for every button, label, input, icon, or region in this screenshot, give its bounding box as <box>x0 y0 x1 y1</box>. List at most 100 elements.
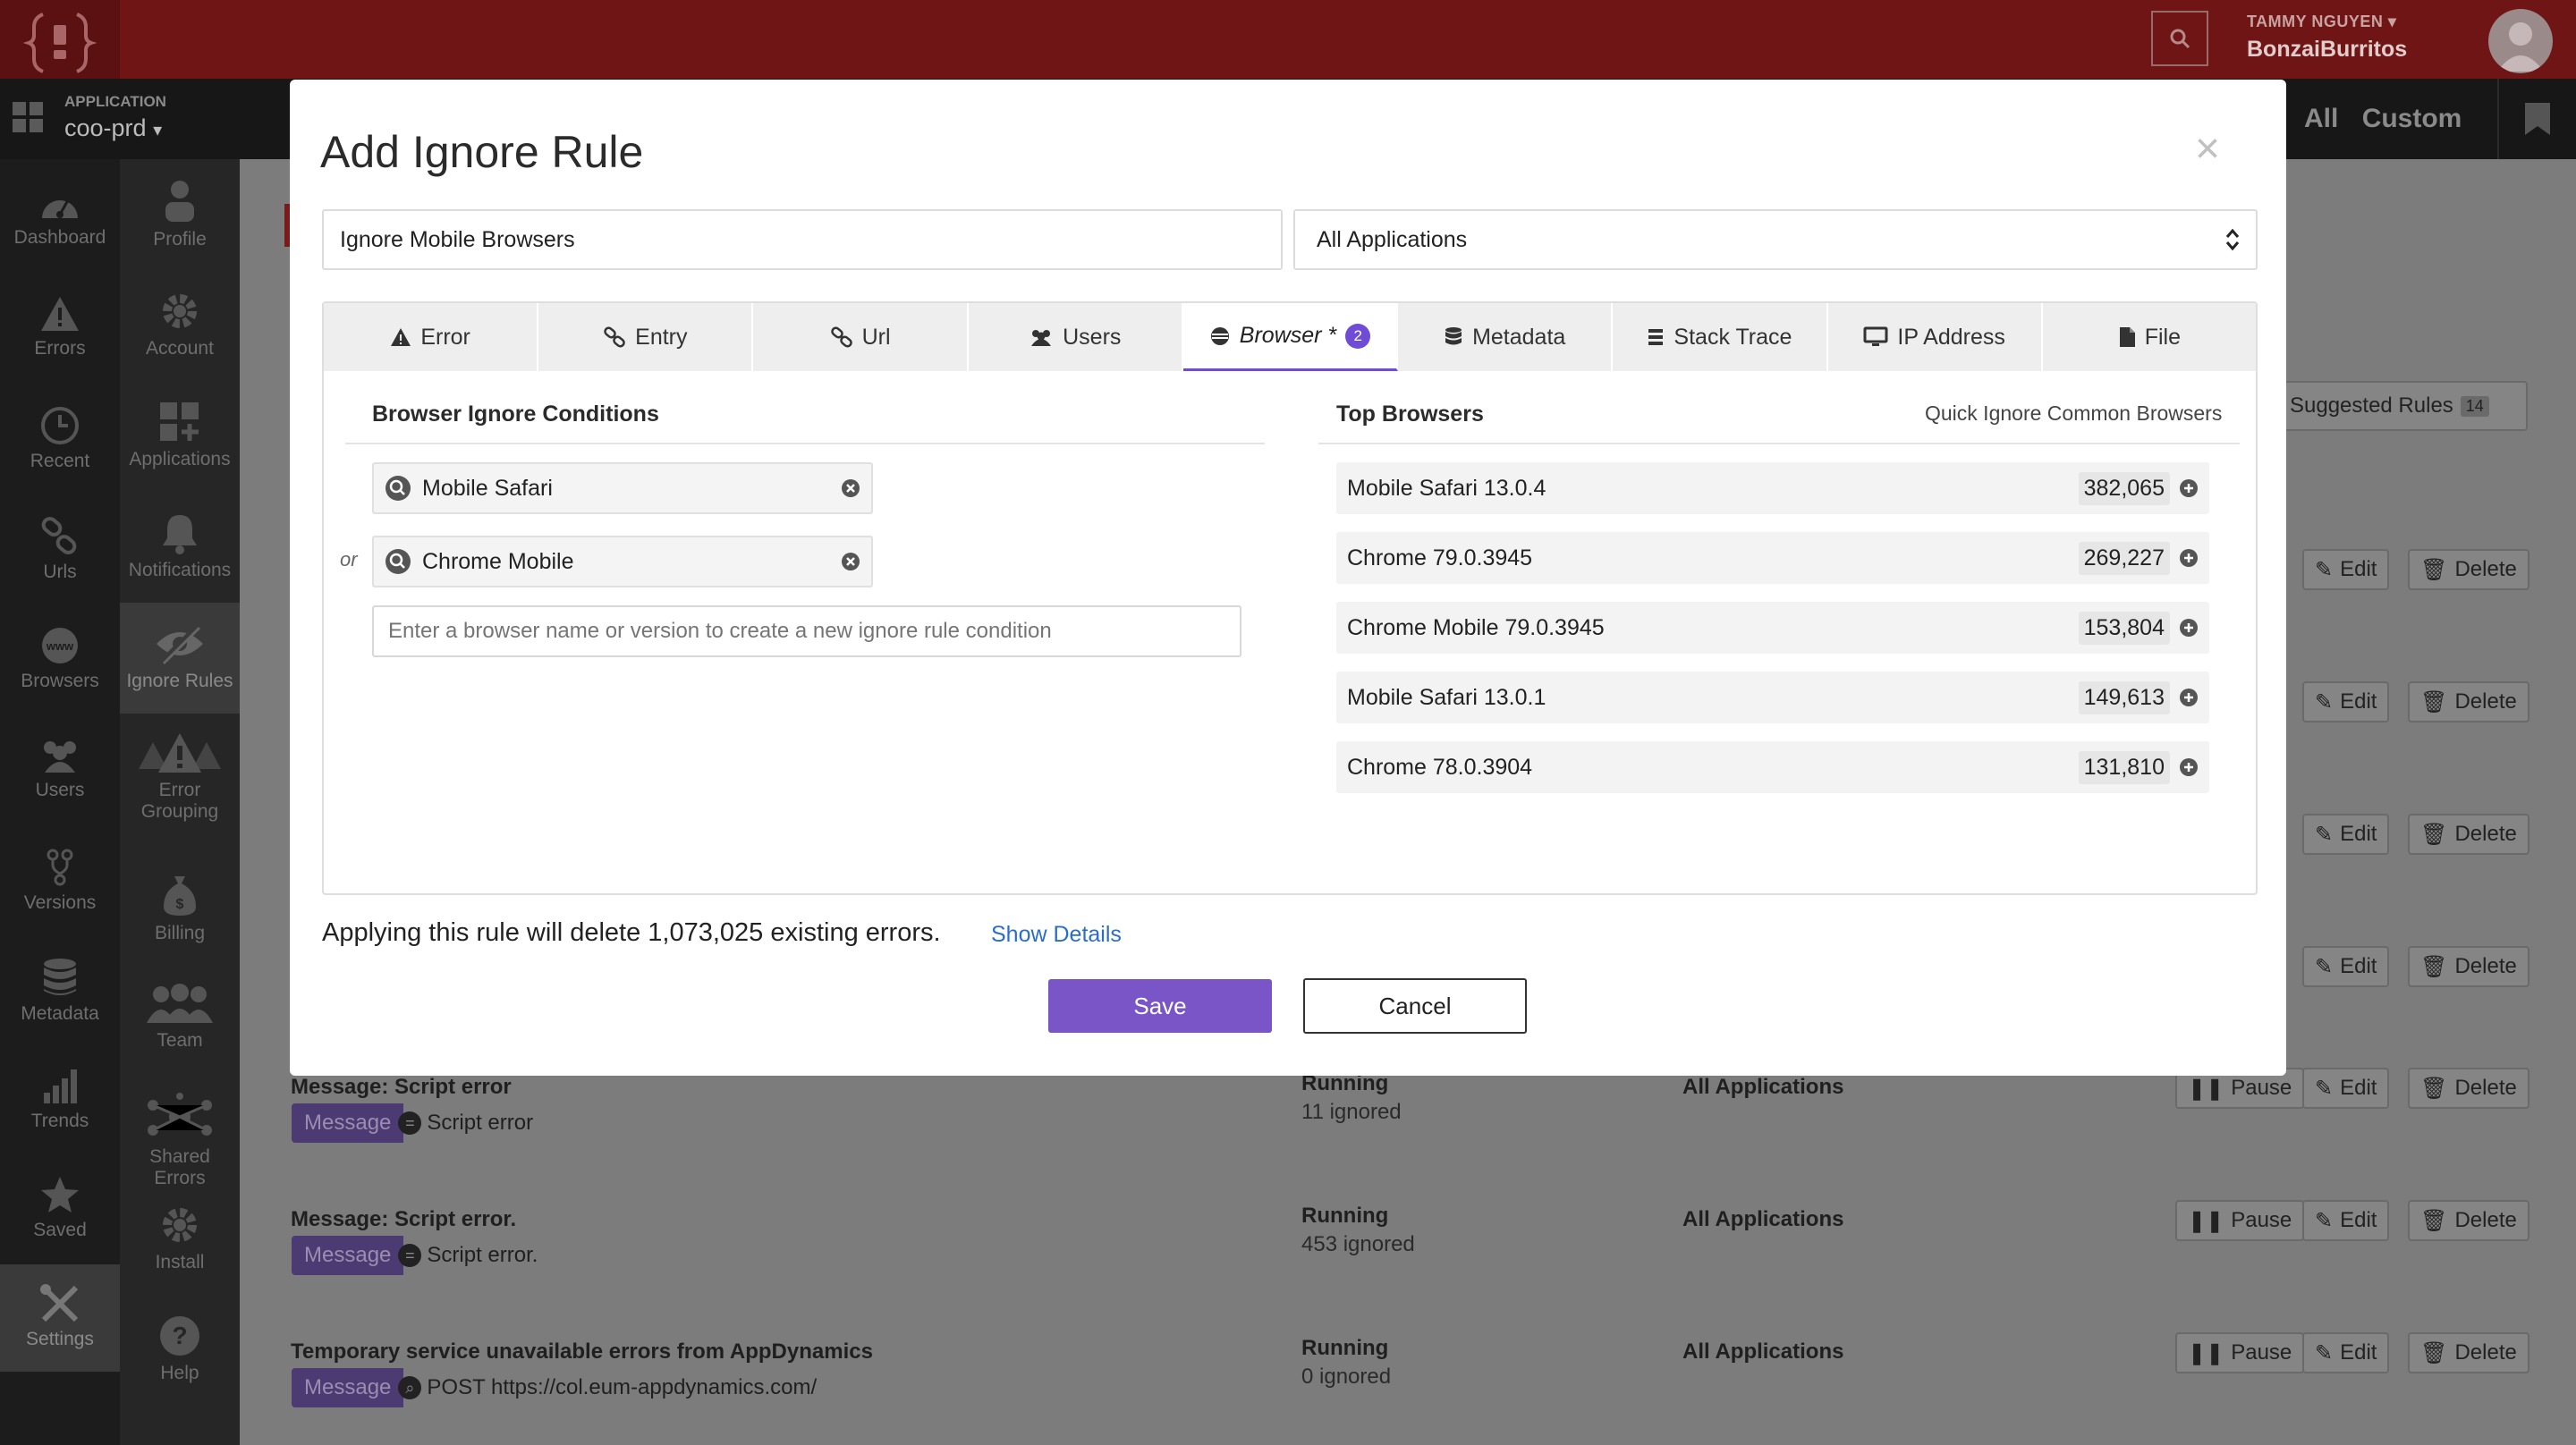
delete-button[interactable]: 🗑 Delete <box>2408 681 2529 722</box>
nav-account[interactable]: Account <box>120 290 240 359</box>
cancel-button[interactable]: Cancel <box>1303 978 1527 1034</box>
edit-button[interactable]: ✎ Edit <box>2302 1332 2390 1373</box>
rule-name-input[interactable]: Ignore Mobile Browsers <box>322 209 1283 270</box>
nav-browsers[interactable]: www Browsers <box>0 626 120 692</box>
add-circle-icon[interactable] <box>2179 478 2199 498</box>
nav-label: Urls <box>43 562 77 582</box>
edit-button[interactable]: ✎ Edit <box>2302 1200 2390 1241</box>
nav-trends[interactable]: Trends <box>0 1066 120 1132</box>
top-browser-row[interactable]: Chrome 78.0.3904 131,810 <box>1336 741 2209 793</box>
edit-label: Edit <box>2340 689 2377 714</box>
delete-button[interactable]: 🗑 Delete <box>2408 1068 2529 1109</box>
browser-count: 149,613 <box>2078 680 2170 714</box>
delete-label: Delete <box>2454 557 2517 581</box>
pencil-icon: ✎ <box>2315 1340 2334 1365</box>
delete-button[interactable]: 🗑 Delete <box>2408 946 2529 987</box>
select-arrows-icon <box>2225 227 2240 252</box>
nav-error-grouping[interactable]: Error Grouping <box>120 731 240 823</box>
edit-button[interactable]: ✎ Edit <box>2302 681 2390 722</box>
avatar[interactable] <box>2488 9 2553 73</box>
tab-label: Stack Trace <box>1674 324 1792 350</box>
add-circle-icon[interactable] <box>2179 618 2199 638</box>
nav-shared-errors[interactable]: Shared Errors <box>120 1093 240 1189</box>
tab-bar: Error Entry Url Users Browser * 2 Metadat… <box>324 303 2256 371</box>
tab-ip-address[interactable]: IP Address <box>1828 303 2043 371</box>
tab-users[interactable]: Users <box>969 303 1183 371</box>
edit-button[interactable]: ✎ Edit <box>2302 1068 2390 1109</box>
pause-button[interactable]: ❚❚ Pause <box>2175 1200 2305 1241</box>
money-bag-icon: $ <box>120 873 240 917</box>
nav-dashboard[interactable]: Dashboard <box>0 184 120 249</box>
quick-ignore-link[interactable]: Quick Ignore Common Browsers <box>1925 401 2222 426</box>
nav-errors[interactable]: Errors <box>0 295 120 359</box>
edit-button[interactable]: ✎ Edit <box>2302 549 2390 590</box>
user-menu[interactable]: TAMMY NGUYEN ▾ BonzaiBurritos <box>2247 13 2407 63</box>
new-condition-input[interactable] <box>372 605 1241 657</box>
pause-button[interactable]: ❚❚ Pause <box>2175 1332 2305 1373</box>
show-details-link[interactable]: Show Details <box>991 922 1122 948</box>
tab-stack-trace[interactable]: Stack Trace <box>1613 303 1828 371</box>
nav-help[interactable]: ? Help <box>120 1314 240 1384</box>
suggested-rules-button[interactable]: Suggested Rules 14 <box>2279 381 2528 431</box>
application-select[interactable]: All Applications <box>1293 209 2258 270</box>
bookmark-button[interactable] <box>2497 79 2576 159</box>
tab-browser[interactable]: Browser * 2 <box>1182 303 1399 371</box>
tab-error[interactable]: Error <box>324 303 539 371</box>
raygun-logo[interactable] <box>0 0 120 79</box>
add-circle-icon[interactable] <box>2179 548 2199 568</box>
top-browser-row[interactable]: Mobile Safari 13.0.4 382,065 <box>1336 462 2209 514</box>
nav-label: Users <box>35 780 85 800</box>
delete-button[interactable]: 🗑 Delete <box>2408 1332 2529 1373</box>
top-browser-row[interactable]: Mobile Safari 13.0.1 149,613 <box>1336 672 2209 723</box>
nav-team[interactable]: Team <box>120 984 240 1052</box>
nav-install[interactable]: Install <box>120 1204 240 1273</box>
trash-icon: 🗑 <box>2420 1340 2448 1365</box>
equals-icon: = <box>398 1111 422 1135</box>
browser-name: Chrome 79.0.3945 <box>1347 545 1533 570</box>
nav-label: Profile <box>153 229 207 249</box>
add-circle-icon[interactable] <box>2179 688 2199 707</box>
nav-profile[interactable]: Profile <box>120 179 240 250</box>
remove-condition-icon[interactable] <box>841 478 860 498</box>
close-icon[interactable]: × <box>2195 128 2220 171</box>
scope-custom[interactable]: Custom <box>2362 104 2462 133</box>
nav-users[interactable]: Users <box>0 737 120 801</box>
equals-icon: = <box>398 1244 422 1267</box>
top-browser-row[interactable]: Chrome Mobile 79.0.3945 153,804 <box>1336 602 2209 654</box>
nav-saved[interactable]: Saved <box>0 1175 120 1241</box>
nav-label: Dashboard <box>13 227 106 248</box>
delete-button[interactable]: 🗑 Delete <box>2408 549 2529 590</box>
nav-settings[interactable]: Settings <box>0 1264 120 1372</box>
tab-metadata[interactable]: Metadata <box>1398 303 1614 371</box>
pencil-icon: ✎ <box>2315 1076 2334 1101</box>
database-icon <box>0 957 120 998</box>
nav-billing[interactable]: $ Billing <box>120 873 240 944</box>
divider <box>345 443 1265 444</box>
remove-condition-icon[interactable] <box>841 552 860 571</box>
nav-recent[interactable]: Recent <box>0 406 120 472</box>
browser-name: Chrome Mobile 79.0.3945 <box>1347 614 1605 640</box>
nav-applications[interactable]: Applications <box>120 401 240 470</box>
tab-file[interactable]: File <box>2043 303 2256 371</box>
nav-urls[interactable]: Urls <box>0 517 120 583</box>
save-button[interactable]: Save <box>1048 979 1272 1033</box>
delete-label: Delete <box>2454 1208 2517 1232</box>
delete-button[interactable]: 🗑 Delete <box>2408 814 2529 855</box>
nav-notifications[interactable]: Notifications <box>120 511 240 581</box>
bookmark-icon <box>2523 101 2552 137</box>
scope-all[interactable]: All <box>2304 104 2338 133</box>
delete-button[interactable]: 🗑 Delete <box>2408 1200 2529 1241</box>
tab-entry[interactable]: Entry <box>538 303 754 371</box>
edit-button[interactable]: ✎ Edit <box>2302 946 2390 987</box>
nav-versions[interactable]: Versions <box>0 848 120 914</box>
apps-grid-icon <box>120 401 240 444</box>
add-circle-icon[interactable] <box>2179 757 2199 777</box>
tab-url[interactable]: Url <box>753 303 969 371</box>
tab-label: Entry <box>635 324 688 350</box>
global-search-button[interactable] <box>2151 11 2208 66</box>
rule-ignored-count: 0 ignored <box>1301 1365 1392 1389</box>
top-browser-row[interactable]: Chrome 79.0.3945 269,227 <box>1336 532 2209 584</box>
nav-metadata[interactable]: Metadata <box>0 957 120 1025</box>
edit-button[interactable]: ✎ Edit <box>2302 814 2390 855</box>
nav-ignore-rules[interactable]: Ignore Rules <box>120 603 240 714</box>
